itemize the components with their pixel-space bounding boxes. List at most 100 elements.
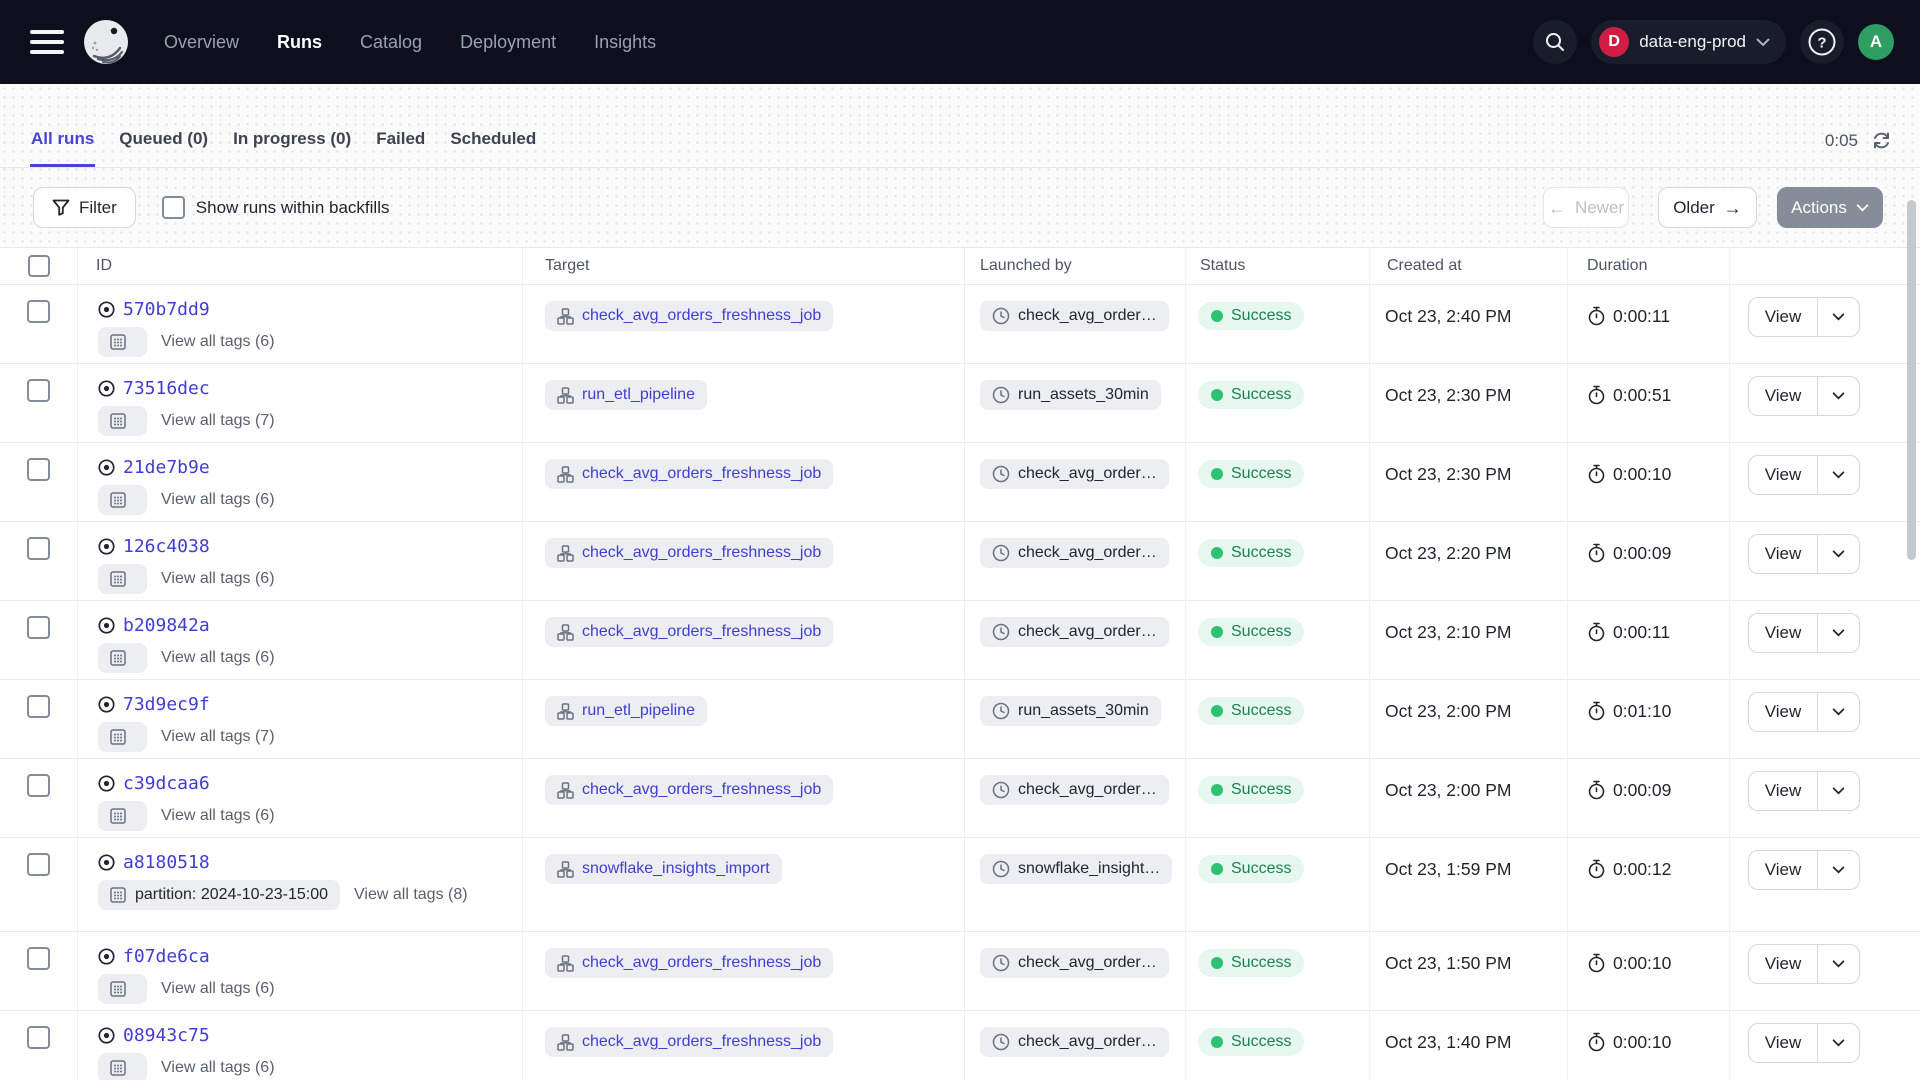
run-id-link[interactable]: 08943c75 <box>123 1025 210 1046</box>
target-pill[interactable]: run_etl_pipeline <box>545 696 707 726</box>
target-pill[interactable]: snowflake_insights_import <box>545 854 782 884</box>
menu-icon[interactable] <box>30 30 64 54</box>
launched-by-pill[interactable]: run_assets_30min <box>980 696 1161 726</box>
view-all-tags-link[interactable]: View all tags (7) <box>161 728 275 746</box>
view-dropdown-button[interactable] <box>1818 456 1859 494</box>
run-id-link[interactable]: 73d9ec9f <box>123 694 210 715</box>
target-pill[interactable]: check_avg_orders_freshness_job <box>545 301 833 331</box>
dagster-logo-icon[interactable] <box>80 16 132 68</box>
tab-in-progress-0[interactable]: In progress (0) <box>232 129 352 167</box>
row-checkbox[interactable] <box>27 616 50 639</box>
view-dropdown-button[interactable] <box>1818 772 1859 810</box>
run-id-link[interactable]: c39dcaa6 <box>123 773 210 794</box>
help-button[interactable]: ? <box>1800 20 1844 64</box>
row-checkbox[interactable] <box>27 853 50 876</box>
view-button[interactable]: View <box>1749 298 1818 336</box>
view-button[interactable]: View <box>1749 851 1818 889</box>
target-pill[interactable]: check_avg_orders_freshness_job <box>545 775 833 805</box>
view-button[interactable]: View <box>1749 1024 1818 1062</box>
partition-tag[interactable]: partition: 2024-10-23-15:00 <box>135 886 328 904</box>
view-button[interactable]: View <box>1749 535 1818 573</box>
target-pill[interactable]: check_avg_orders_freshness_job <box>545 538 833 568</box>
view-dropdown-button[interactable] <box>1818 377 1859 415</box>
col-header-launched-by: Launched by <box>965 248 1186 284</box>
view-button[interactable]: View <box>1749 945 1818 983</box>
view-button[interactable]: View <box>1749 693 1818 731</box>
view-button[interactable]: View <box>1749 377 1818 415</box>
view-all-tags-link[interactable]: View all tags (8) <box>354 886 468 904</box>
view-dropdown-button[interactable] <box>1818 298 1859 336</box>
view-all-tags-link[interactable]: View all tags (6) <box>161 491 275 509</box>
tab-scheduled[interactable]: Scheduled <box>449 129 537 167</box>
view-dropdown-button[interactable] <box>1818 1024 1859 1062</box>
target-pill[interactable]: check_avg_orders_freshness_job <box>545 1027 833 1057</box>
launched-by-pill[interactable]: check_avg_order… <box>980 459 1169 489</box>
view-button[interactable]: View <box>1749 772 1818 810</box>
success-dot-icon <box>1211 1036 1223 1048</box>
row-checkbox[interactable] <box>27 1026 50 1049</box>
run-id-link[interactable]: f07de6ca <box>123 946 210 967</box>
row-checkbox[interactable] <box>27 537 50 560</box>
view-all-tags-link[interactable]: View all tags (6) <box>161 980 275 998</box>
tab-failed[interactable]: Failed <box>375 129 426 167</box>
view-dropdown-button[interactable] <box>1818 535 1859 573</box>
tab-queued-0[interactable]: Queued (0) <box>118 129 209 167</box>
view-all-tags-link[interactable]: View all tags (6) <box>161 649 275 667</box>
launched-by-pill[interactable]: check_avg_order… <box>980 1027 1169 1057</box>
nav-link-runs[interactable]: Runs <box>277 32 322 53</box>
row-checkbox[interactable] <box>27 774 50 797</box>
user-avatar[interactable]: A <box>1858 24 1894 60</box>
row-checkbox[interactable] <box>27 947 50 970</box>
target-pill[interactable]: run_etl_pipeline <box>545 380 707 410</box>
run-id-link[interactable]: 126c4038 <box>123 536 210 557</box>
run-id-link[interactable]: 73516dec <box>123 378 210 399</box>
table-row: a8180518 partition: 2024-10-23-15:00 Vie… <box>0 838 1920 932</box>
view-all-tags-link[interactable]: View all tags (6) <box>161 807 275 825</box>
view-all-tags-link[interactable]: View all tags (6) <box>161 570 275 588</box>
view-all-tags-link[interactable]: View all tags (7) <box>161 412 275 430</box>
run-id-link[interactable]: 21de7b9e <box>123 457 210 478</box>
view-dropdown-button[interactable] <box>1818 945 1859 983</box>
run-id-link[interactable]: b209842a <box>123 615 210 636</box>
newer-button[interactable]: ← Newer <box>1543 187 1629 228</box>
older-button[interactable]: Older → <box>1658 187 1757 228</box>
row-checkbox[interactable] <box>27 379 50 402</box>
target-pill[interactable]: check_avg_orders_freshness_job <box>545 459 833 489</box>
refresh-icon[interactable] <box>1871 130 1892 151</box>
filter-button[interactable]: Filter <box>33 187 136 228</box>
view-dropdown-button[interactable] <box>1818 851 1859 889</box>
launched-by-pill[interactable]: check_avg_order… <box>980 775 1169 805</box>
view-button[interactable]: View <box>1749 614 1818 652</box>
launched-by-pill[interactable]: check_avg_order… <box>980 301 1169 331</box>
row-checkbox[interactable] <box>27 695 50 718</box>
run-id-link[interactable]: 570b7dd9 <box>123 299 210 320</box>
workspace-switcher[interactable]: D data-eng-prod <box>1591 20 1786 64</box>
launched-by-pill[interactable]: snowflake_insight… <box>980 854 1172 884</box>
launched-by-pill[interactable]: check_avg_order… <box>980 948 1169 978</box>
backfills-checkbox[interactable] <box>162 196 185 219</box>
nav-link-overview[interactable]: Overview <box>164 32 239 53</box>
target-pill[interactable]: check_avg_orders_freshness_job <box>545 948 833 978</box>
run-id-link[interactable]: a8180518 <box>123 852 210 873</box>
launched-by-pill[interactable]: check_avg_order… <box>980 617 1169 647</box>
tab-all-runs[interactable]: All runs <box>30 129 95 167</box>
target-pill[interactable]: check_avg_orders_freshness_job <box>545 617 833 647</box>
launched-by-pill[interactable]: check_avg_order… <box>980 538 1169 568</box>
nav-link-insights[interactable]: Insights <box>594 32 656 53</box>
view-all-tags-link[interactable]: View all tags (6) <box>161 1059 275 1077</box>
search-button[interactable] <box>1533 20 1577 64</box>
nav-link-deployment[interactable]: Deployment <box>460 32 556 53</box>
actions-button[interactable]: Actions <box>1777 187 1883 228</box>
row-checkbox[interactable] <box>27 458 50 481</box>
row-checkbox[interactable] <box>27 300 50 323</box>
vertical-scrollbar[interactable] <box>1907 200 1916 560</box>
select-all-checkbox[interactable] <box>28 255 50 277</box>
job-icon <box>557 782 574 799</box>
view-dropdown-button[interactable] <box>1818 614 1859 652</box>
duration-cell: 0:00:09 <box>1568 759 1730 837</box>
view-button[interactable]: View <box>1749 456 1818 494</box>
view-dropdown-button[interactable] <box>1818 693 1859 731</box>
nav-link-catalog[interactable]: Catalog <box>360 32 422 53</box>
view-all-tags-link[interactable]: View all tags (6) <box>161 333 275 351</box>
launched-by-pill[interactable]: run_assets_30min <box>980 380 1161 410</box>
